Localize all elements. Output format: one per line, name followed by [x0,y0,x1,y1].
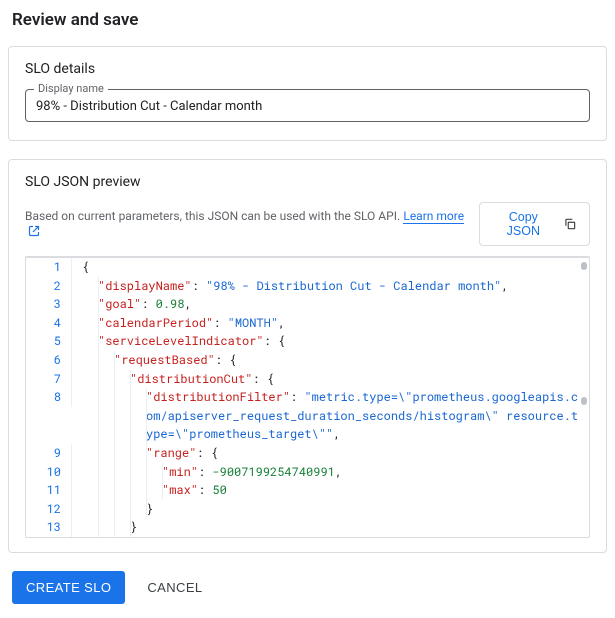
code-line: 8"distributionFilter": "metric.type=\"pr… [26,388,589,444]
line-number: 8 [26,388,72,407]
token-punc: : [290,389,304,405]
code-line: 10"min": -9007199254740991, [26,463,589,482]
token-str: "MONTH" [228,315,278,331]
token-punc: : [192,278,206,294]
learn-more-link[interactable]: Learn more [403,209,464,224]
json-code-box: 1{2"displayName": "98% - Distribution Cu… [25,256,590,538]
line-number: 10 [26,463,72,482]
json-helper-text: Based on current parameters, this JSON c… [25,209,400,223]
create-slo-button[interactable]: CREATE SLO [12,571,125,604]
slo-details-card: SLO details Display name [8,46,607,141]
token-punc: : [213,315,227,331]
token-punc: , [184,296,191,312]
code-content: "goal": 0.98, [72,295,589,314]
code-content: "calendarPeriod": "MONTH", [72,314,589,333]
json-helper-row: Based on current parameters, this JSON c… [25,209,469,239]
code-line: 3"goal": 0.98, [26,295,589,314]
token-num: 0.98 [156,296,185,312]
display-name-label: Display name [34,82,108,95]
line-number: 5 [26,332,72,351]
token-key: "max" [162,482,198,498]
token-punc: { [82,259,89,275]
token-key: "min" [162,464,198,480]
line-number: 6 [26,351,72,370]
token-key: "serviceLevelIndicator" [98,333,264,349]
code-content: "max": 50 [72,481,589,500]
copy-json-label: Copy JSON [492,210,555,238]
line-number: 4 [26,314,72,333]
token-num: -9007199254740991 [212,464,334,480]
line-number: 7 [26,370,72,389]
token-key: "goal" [98,296,141,312]
footer-actions: CREATE SLO CANCEL [12,571,607,604]
token-punc: : { [252,371,274,387]
display-name-field[interactable]: Display name [25,89,590,122]
code-line: 7"distributionCut": { [26,370,589,389]
code-line: 11"max": 50 [26,481,589,500]
cancel-button[interactable]: CANCEL [147,580,202,595]
token-key: "calendarPeriod" [98,315,213,331]
line-number: 1 [26,258,72,277]
token-punc: : { [264,333,286,349]
code-line: 13} [26,518,589,537]
line-number: 2 [26,277,72,296]
code-line: 6"requestBased": { [26,351,589,370]
code-line: 2"displayName": "98% - Distribution Cut … [26,277,589,296]
copy-json-button[interactable]: Copy JSON [479,202,590,246]
code-content: "distributionFilter": "metric.type=\"pro… [72,388,589,444]
token-key: "range" [146,445,196,461]
token-str: "98% - Distribution Cut - Calendar month… [206,278,501,294]
token-punc: : { [215,352,237,368]
code-line: 9"range": { [26,444,589,463]
code-content: } [72,518,589,537]
line-number: 9 [26,444,72,463]
line-number: 11 [26,481,72,500]
token-punc: } [130,519,137,535]
token-key: "requestBased" [114,352,215,368]
line-number: 3 [26,295,72,314]
token-punc: , [333,426,340,442]
token-punc: } [146,501,153,517]
slo-json-preview-card: SLO JSON preview Based on current parame… [8,159,607,553]
token-key: "distributionFilter" [146,389,290,405]
page-title: Review and save [12,10,607,30]
code-content: "displayName": "98% - Distribution Cut -… [72,277,589,296]
token-punc: , [501,278,508,294]
code-content: "min": -9007199254740991, [72,463,589,482]
code-content: "serviceLevelIndicator": { [72,332,589,351]
token-key: "displayName" [98,278,192,294]
code-line: 4"calendarPeriod": "MONTH", [26,314,589,333]
token-punc: : [198,464,212,480]
code-content: "range": { [72,444,589,463]
code-content: "requestBased": { [72,351,589,370]
code-content: } [72,500,589,519]
copy-icon [563,217,577,231]
slo-details-title: SLO details [25,61,590,77]
slo-json-preview-title: SLO JSON preview [25,174,590,190]
code-content: "distributionCut": { [72,370,589,389]
external-link-icon [28,225,40,237]
code-line: 12} [26,500,589,519]
token-num: 50 [212,482,226,498]
code-line: 1{ [26,258,589,277]
token-punc: : { [196,445,218,461]
token-punc: : [141,296,155,312]
line-number: 13 [26,518,72,537]
token-key: "distributionCut" [130,371,252,387]
code-content: { [72,258,589,277]
display-name-input[interactable] [36,99,579,114]
line-number: 12 [26,500,72,519]
token-punc: , [278,315,285,331]
code-line: 5"serviceLevelIndicator": { [26,332,589,351]
token-punc: , [335,464,342,480]
token-punc: : [198,482,212,498]
